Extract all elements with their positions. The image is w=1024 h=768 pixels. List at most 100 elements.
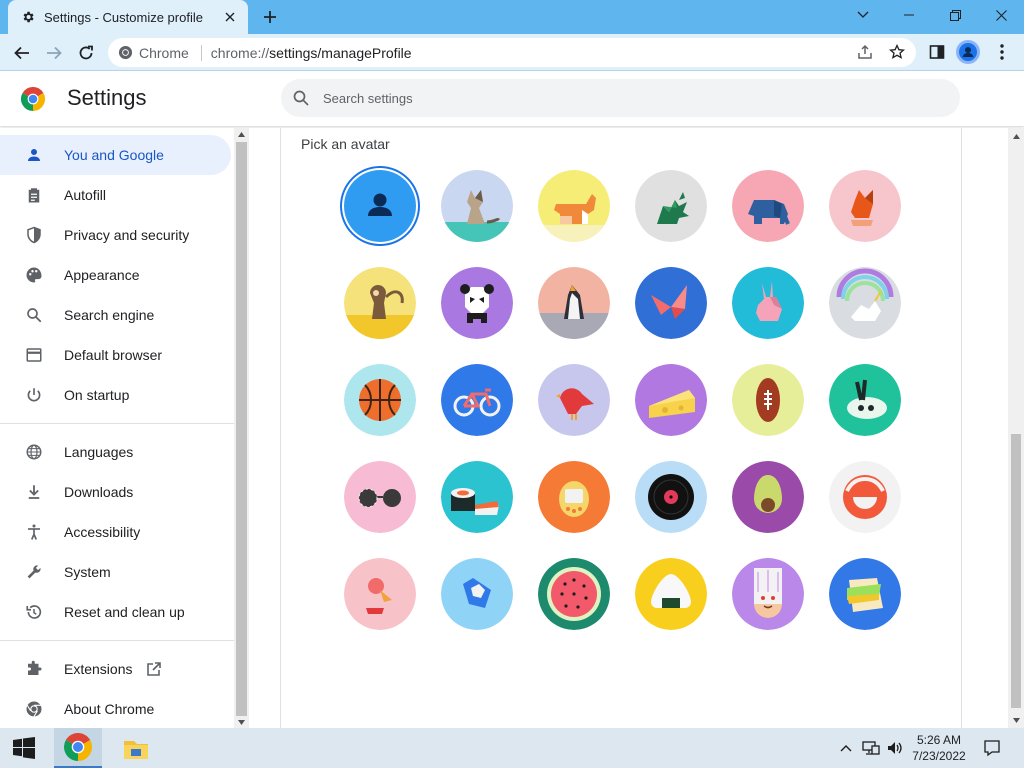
avatar-bike[interactable] [441, 364, 513, 436]
clipboard-icon [24, 185, 44, 205]
volume-icon[interactable] [884, 728, 906, 768]
avatar-origami-penguin[interactable] [538, 267, 610, 339]
avatar-onigiri[interactable] [635, 558, 707, 630]
scroll-up-arrow-icon[interactable] [234, 128, 249, 140]
sidebar-item-system[interactable]: System [0, 552, 234, 592]
avatar-moon[interactable] [441, 558, 513, 630]
power-icon [24, 385, 44, 405]
sidebar-item-you-and-google[interactable]: You and Google [0, 135, 231, 175]
avatar-basketball[interactable] [344, 364, 416, 436]
avatar-generic-person[interactable] [344, 170, 416, 242]
start-button[interactable] [0, 728, 48, 768]
close-window-button[interactable] [978, 0, 1024, 30]
avatar-origami-corgi[interactable] [538, 170, 610, 242]
avatar-sandwich[interactable] [829, 558, 901, 630]
sidebar-item-label: Search engine [64, 307, 155, 323]
tray-chevron-icon[interactable] [836, 728, 856, 768]
avatar-origami-monkey[interactable] [344, 267, 416, 339]
sidebar-item-about-chrome[interactable]: About Chrome [0, 689, 234, 729]
avatar-origami-butterfly[interactable] [635, 267, 707, 339]
avatar-sushi-plate[interactable] [829, 364, 901, 436]
sidebar-item-on-startup[interactable]: On startup [0, 375, 234, 415]
taskbar-file-explorer[interactable] [112, 728, 160, 768]
scroll-up-arrow-icon[interactable] [1008, 130, 1024, 142]
notifications-icon[interactable] [980, 728, 1004, 768]
sidebar-item-reset[interactable]: Reset and clean up [0, 592, 234, 632]
taskbar-chrome[interactable] [54, 728, 102, 768]
url-separator [200, 44, 202, 61]
avatar-origami-panda[interactable] [441, 267, 513, 339]
restore-button[interactable] [932, 0, 978, 30]
back-button[interactable] [8, 39, 36, 67]
sidebar-item-accessibility[interactable]: Accessibility [0, 512, 234, 552]
clock-time: 5:26 AM [916, 733, 962, 747]
globe-icon [24, 442, 44, 462]
close-icon[interactable] [222, 9, 238, 25]
settings-search[interactable] [281, 79, 960, 117]
avatar-tamagotchi[interactable] [538, 461, 610, 533]
sidebar-item-autofill[interactable]: Autofill [0, 175, 234, 215]
avatar-vinyl[interactable] [635, 461, 707, 533]
sidebar-item-label: Default browser [64, 347, 163, 363]
sidebar-item-appearance[interactable]: Appearance [0, 255, 234, 295]
windows-logo-icon [13, 737, 35, 759]
bookmark-star-icon[interactable] [885, 40, 909, 64]
minimize-button[interactable] [886, 0, 932, 30]
shield-icon [24, 225, 44, 245]
title-bar: Settings - Customize profile [0, 0, 1024, 34]
main-scrollbar[interactable] [1008, 128, 1024, 728]
avatar-origami-fox[interactable] [829, 170, 901, 242]
chrome-icon [118, 45, 133, 60]
scroll-down-arrow-icon[interactable] [1008, 714, 1024, 726]
sidebar-scrollbar[interactable] [234, 128, 249, 728]
avatar-red-bird[interactable] [538, 364, 610, 436]
sidebar-item-label: About Chrome [64, 701, 155, 717]
avatar-ice-cream[interactable] [344, 558, 416, 630]
reload-button[interactable] [72, 39, 100, 67]
settings-header: Settings [0, 71, 1024, 127]
sidebar-item-default-browser[interactable]: Default browser [0, 335, 234, 375]
sidebar-item-label: Appearance [64, 267, 140, 283]
url-text: chrome://settings/manageProfile [210, 44, 412, 61]
page-title: Settings [67, 85, 147, 110]
profile-avatar-button[interactable] [956, 40, 980, 64]
main-scroll-thumb[interactable] [1011, 434, 1021, 708]
avatar-football[interactable] [732, 364, 804, 436]
scroll-down-arrow-icon[interactable] [234, 716, 249, 728]
clock-date: 7/23/2022 [912, 749, 966, 763]
avatar-origami-unicorn[interactable] [829, 267, 901, 339]
chrome-chip[interactable]: Chrome [118, 45, 189, 61]
avatar-watermelon[interactable] [538, 558, 610, 630]
search-input[interactable] [323, 90, 883, 106]
sidebar-item-search-engine[interactable]: Search engine [0, 295, 234, 335]
avatar-origami-rabbit[interactable] [732, 267, 804, 339]
address-bar[interactable]: Chrome chrome://settings/manageProfile [108, 38, 916, 67]
avatar-cloud-smile[interactable] [829, 461, 901, 533]
external-link-icon[interactable] [146, 661, 162, 677]
search-icon [293, 90, 309, 106]
sidebar-item-label: Languages [64, 444, 134, 460]
sidebar-item-extensions[interactable]: Extensions [0, 649, 234, 689]
forward-button[interactable] [40, 39, 68, 67]
taskbar-clock[interactable]: 5:26 AM 7/23/2022 [904, 732, 974, 764]
new-tab-button[interactable] [258, 6, 282, 28]
avatar-sushi[interactable] [441, 461, 513, 533]
avatar-origami-elephant[interactable] [732, 170, 804, 242]
avatar-origami-dragon[interactable] [635, 170, 707, 242]
network-icon[interactable] [860, 728, 882, 768]
sidebar-scroll-thumb[interactable] [236, 142, 247, 716]
avatar-pizza[interactable] [732, 558, 804, 630]
avatar-avocado[interactable] [732, 461, 804, 533]
accessibility-icon [24, 522, 44, 542]
avatar-sunglasses[interactable] [344, 461, 416, 533]
avatar-origami-cat[interactable] [441, 170, 513, 242]
share-icon[interactable] [853, 40, 877, 64]
sidebar-item-downloads[interactable]: Downloads [0, 472, 234, 512]
tab-search-button[interactable] [840, 0, 886, 30]
sidebar-item-privacy[interactable]: Privacy and security [0, 215, 234, 255]
side-panel-icon[interactable] [925, 40, 949, 64]
avatar-cheese[interactable] [635, 364, 707, 436]
sidebar-item-languages[interactable]: Languages [0, 432, 234, 472]
more-menu-icon[interactable] [990, 40, 1014, 64]
browser-tab[interactable]: Settings - Customize profile [8, 0, 248, 34]
